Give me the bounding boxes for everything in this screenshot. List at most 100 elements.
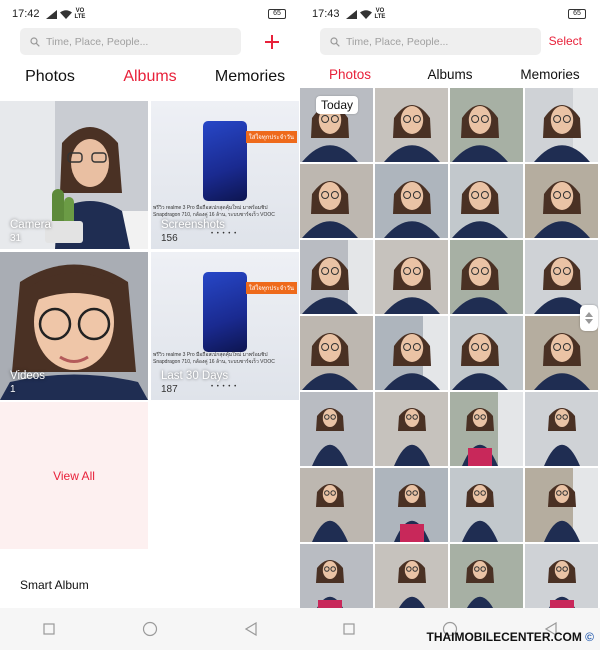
photo-image [450, 164, 523, 238]
status-bar: 17:42 VO LTE 65 [0, 0, 300, 28]
album-count: 187 [161, 384, 178, 395]
photo-thumbnail[interactable] [375, 392, 448, 466]
album-count: 1 [10, 384, 16, 395]
promo-badge: ใส่ใจทุกประจำวัน [245, 282, 297, 294]
photo-thumbnail[interactable] [300, 240, 373, 314]
photo-image [525, 392, 598, 466]
watermark: THAIMOBILECENTER.COM © [426, 630, 594, 644]
signal-icons: VO LTE [345, 8, 386, 20]
photo-image [525, 240, 598, 314]
photos-screen: 17:43 VO LTE 65 Select Photos Albums Mem… [300, 0, 600, 650]
photo-thumbnail[interactable] [375, 468, 448, 542]
signal-icon [345, 9, 357, 19]
photo-thumbnail[interactable] [450, 544, 523, 618]
photo-thumbnail[interactable] [450, 316, 523, 390]
photo-image [450, 392, 523, 466]
album-name: Last 30 Days [161, 370, 229, 382]
photo-thumbnail[interactable] [300, 392, 373, 466]
photo-thumbnail[interactable] [375, 88, 448, 162]
top-tabs: Photos Albums Memories [0, 68, 300, 86]
select-button[interactable]: Select [549, 34, 582, 48]
photo-thumbnail[interactable] [300, 468, 373, 542]
photo-image [450, 88, 523, 162]
wifi-icon [359, 9, 372, 19]
recents-icon[interactable] [43, 623, 55, 635]
tab-photos[interactable]: Photos [300, 67, 400, 82]
photo-image [300, 164, 373, 238]
photo-thumbnail[interactable] [375, 164, 448, 238]
preview-caption: Snapdragon 710, กล้องคู่ 16 ล้าน, ระบบชา… [153, 212, 275, 218]
photo-thumbnail[interactable] [525, 544, 598, 618]
photo-image [375, 240, 448, 314]
photo-thumbnail[interactable] [525, 240, 598, 314]
photo-thumbnail[interactable] [450, 468, 523, 542]
album-name: Camera [10, 219, 51, 231]
home-icon[interactable] [142, 621, 158, 637]
plus-icon [265, 34, 279, 49]
photo-image [375, 88, 448, 162]
tab-albums[interactable]: Albums [400, 67, 500, 82]
album-name: Screenshots [161, 219, 225, 231]
album-count: 156 [161, 233, 178, 244]
preview-caption: พรีวิว realme 3 Pro มือถือสเปกสุดคุ้มใหม… [153, 352, 268, 358]
photo-thumbnail[interactable] [450, 88, 523, 162]
photo-thumbnail[interactable] [300, 544, 373, 618]
photo-image [300, 544, 373, 618]
tab-memories[interactable]: Memories [200, 68, 300, 86]
photo-image [375, 392, 448, 466]
album-last-30-days[interactable]: ใส่ใจทุกประจำวัน พรีวิว realme 3 Pro มือ… [151, 252, 299, 400]
chevron-down-icon [585, 319, 593, 324]
back-icon[interactable] [244, 622, 257, 636]
photo-thumbnail[interactable] [375, 240, 448, 314]
photo-thumbnail[interactable] [525, 164, 598, 238]
photo-grid [300, 88, 600, 618]
tab-memories[interactable]: Memories [500, 67, 600, 82]
photo-thumbnail[interactable] [375, 544, 448, 618]
photo-image [450, 316, 523, 390]
search-input[interactable] [46, 35, 216, 48]
photo-thumbnail[interactable] [525, 468, 598, 542]
date-header-today: Today [316, 96, 359, 114]
album-videos[interactable]: Videos 1 [0, 252, 148, 400]
promo-badge: ใส่ใจทุกประจำวัน [245, 131, 297, 143]
pager-dots: • • • • • [211, 231, 238, 237]
tab-photos[interactable]: Photos [0, 68, 100, 86]
photo-image [450, 544, 523, 618]
volte-indicator: VO LTE [374, 8, 386, 20]
photo-thumbnail[interactable] [525, 392, 598, 466]
photo-thumbnail[interactable] [300, 316, 373, 390]
photo-thumbnail[interactable] [450, 164, 523, 238]
volte-indicator: VO LTE [74, 8, 86, 20]
albums-screen: 17:42 VO LTE 65 Photos Albums Memories [0, 0, 300, 650]
preview-caption: พรีวิว realme 3 Pro มือถือสเปกสุดคุ้มใหม… [153, 205, 268, 211]
photo-image [450, 468, 523, 542]
recents-icon[interactable] [343, 623, 355, 635]
photo-image [300, 316, 373, 390]
photo-thumbnail[interactable] [450, 392, 523, 466]
view-all-button[interactable]: View All [0, 402, 148, 549]
photo-thumbnail[interactable] [450, 240, 523, 314]
signal-icons: VO LTE [45, 8, 86, 20]
battery-icon: 65 [268, 9, 286, 19]
phone-image [203, 121, 247, 201]
photo-image [375, 316, 448, 390]
album-screenshots[interactable]: ใส่ใจทุกประจำวัน พรีวิว realme 3 Pro มือ… [151, 101, 299, 249]
scroll-handle[interactable] [580, 305, 598, 331]
battery-icon: 65 [568, 9, 586, 19]
photo-image [525, 544, 598, 618]
search-input[interactable] [346, 35, 516, 48]
add-album-button[interactable] [260, 28, 284, 55]
phone-image [203, 272, 247, 352]
chevron-up-icon [585, 312, 593, 317]
search-bar[interactable] [320, 28, 541, 55]
search-bar[interactable] [20, 28, 241, 55]
tab-albums[interactable]: Albums [100, 68, 200, 86]
photo-thumbnail[interactable] [300, 164, 373, 238]
wifi-icon [59, 9, 72, 19]
photo-image [300, 240, 373, 314]
album-camera[interactable]: Camera 31 [0, 101, 148, 249]
preview-caption: Snapdragon 710, กล้องคู่ 16 ล้าน, ระบบชา… [153, 359, 275, 365]
photo-thumbnail[interactable] [375, 316, 448, 390]
status-time: 17:43 [312, 8, 340, 20]
photo-thumbnail[interactable] [525, 88, 598, 162]
